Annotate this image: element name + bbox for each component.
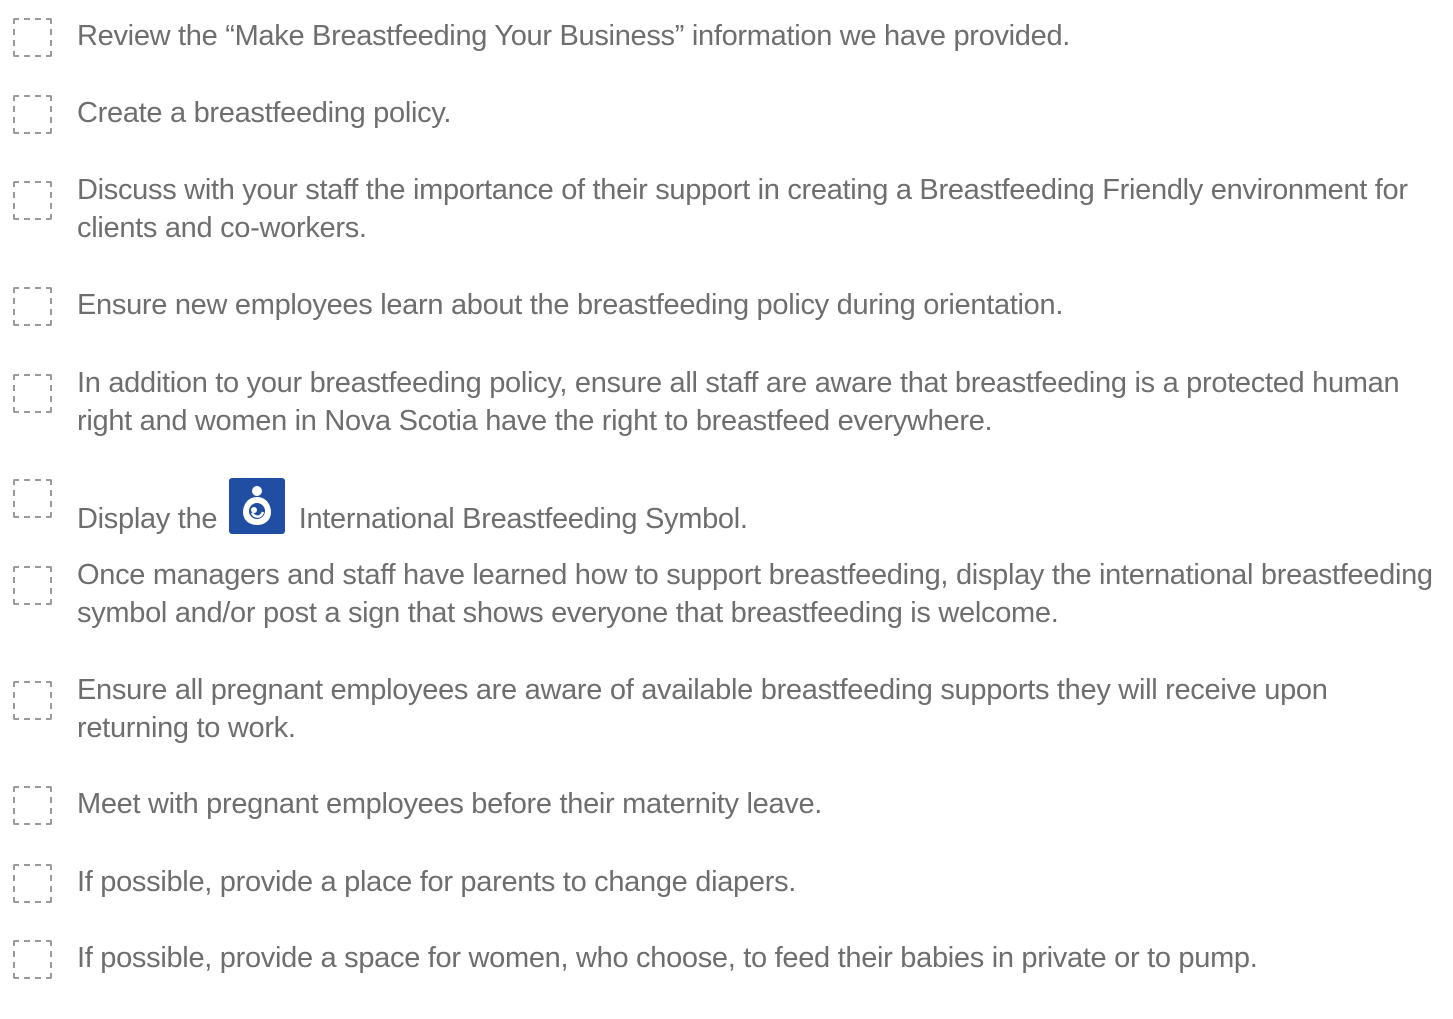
breastfeeding-checklist: Review the “Make Breastfeeding Your Busi…	[0, 0, 1453, 979]
display-the-text: Display the	[77, 503, 218, 535]
checklist-item-meet-employees: Meet with pregnant employees before thei…	[0, 785, 1453, 865]
checklist-item-text: In addition to your breastfeeding policy…	[77, 367, 1400, 437]
checkbox-icon[interactable]	[13, 786, 52, 825]
checklist-item-post-sign: Once managers and staff have learned how…	[0, 556, 1453, 636]
checkbox-icon[interactable]	[13, 566, 52, 605]
symbol-name-text: International Breastfeeding Symbol.	[298, 503, 748, 535]
checkbox-icon[interactable]	[13, 181, 52, 220]
checklist-item-create-policy: Create a breastfeeding policy.	[0, 94, 1453, 174]
checklist-item-change-diapers: If possible, provide a place for parents…	[0, 863, 1453, 943]
checkbox-icon[interactable]	[13, 479, 52, 518]
checklist-item-text: Discuss with your staff the importance o…	[77, 174, 1408, 244]
checklist-item-human-right: In addition to your breastfeeding policy…	[0, 364, 1453, 444]
checklist-item-review-info: Review the “Make Breastfeeding Your Busi…	[0, 17, 1453, 97]
checklist-item-text: Review the “Make Breastfeeding Your Busi…	[77, 20, 1071, 52]
checklist-item-display-symbol: Display the International Breastfeeding …	[0, 478, 1453, 558]
checkbox-icon[interactable]	[13, 374, 52, 413]
checklist-item-discuss-staff: Discuss with your staff the importance o…	[0, 171, 1453, 251]
checklist-item-new-employees: Ensure new employees learn about the bre…	[0, 286, 1453, 366]
checklist-item-text: Create a breastfeeding policy.	[77, 97, 452, 129]
checklist-item-text: Ensure new employees learn about the bre…	[77, 289, 1064, 321]
checklist-item-private-space: If possible, provide a space for women, …	[0, 939, 1453, 1019]
checklist-item-text: Meet with pregnant employees before thei…	[77, 788, 823, 820]
checklist-item-text: If possible, provide a place for parents…	[77, 866, 797, 898]
checklist-item-text: Once managers and staff have learned how…	[77, 559, 1433, 629]
checkbox-icon[interactable]	[13, 95, 52, 134]
checklist-item-text: If possible, provide a space for women, …	[77, 942, 1258, 974]
checkbox-icon[interactable]	[13, 18, 52, 57]
checkbox-icon[interactable]	[13, 287, 52, 326]
international-breastfeeding-symbol-icon	[228, 478, 285, 534]
checkbox-icon[interactable]	[13, 681, 52, 720]
checkbox-icon[interactable]	[13, 864, 52, 903]
checklist-item-text: Ensure all pregnant employees are aware …	[77, 674, 1328, 744]
checklist-item-pregnant-supports: Ensure all pregnant employees are aware …	[0, 671, 1453, 751]
checkbox-icon[interactable]	[13, 940, 52, 979]
checklist-item-text: Display the International Breastfeeding …	[77, 478, 1447, 538]
